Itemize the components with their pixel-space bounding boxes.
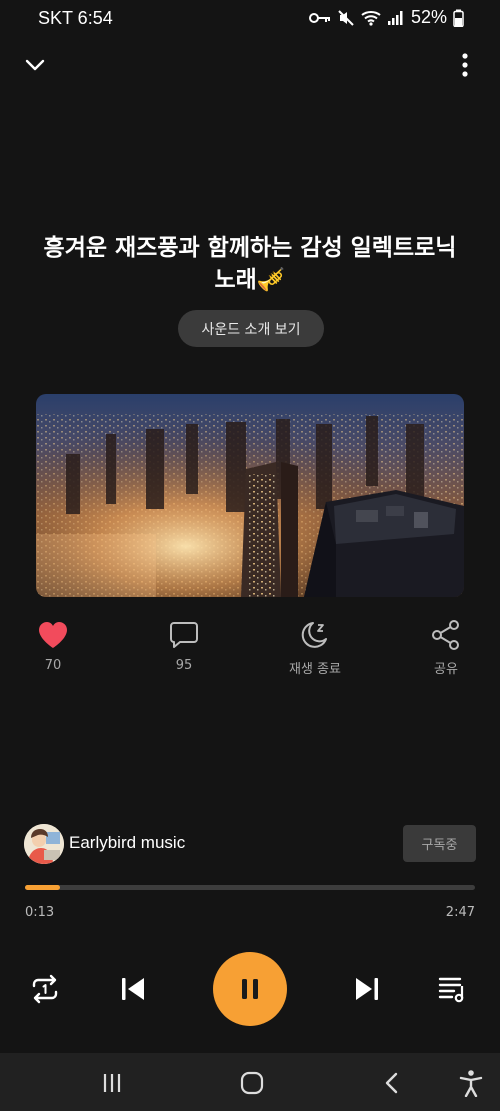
pause-icon — [242, 979, 258, 999]
key-icon — [308, 12, 330, 23]
comment-button[interactable]: 95 — [139, 620, 229, 673]
top-bar — [0, 48, 500, 80]
accessibility-icon — [459, 1070, 483, 1097]
skip-previous-icon — [122, 978, 144, 1000]
sleep-timer-icon — [301, 622, 327, 648]
home-button[interactable] — [237, 1069, 267, 1097]
collapse-button[interactable] — [22, 52, 48, 78]
mute-icon — [338, 9, 354, 26]
repeat-one-icon — [32, 974, 58, 1004]
sleep-timer-label: 재생 종료 — [289, 662, 341, 677]
previous-button[interactable] — [116, 972, 150, 1006]
heart-icon — [39, 622, 67, 648]
seek-bar[interactable] — [25, 885, 475, 890]
channel-row: Earlybird music 구독중 — [24, 823, 476, 864]
current-time: 0:13 — [25, 905, 55, 920]
next-button[interactable] — [350, 972, 384, 1006]
home-icon — [240, 1071, 264, 1095]
channel-avatar[interactable] — [24, 824, 64, 864]
more-options-button[interactable] — [452, 50, 478, 80]
recent-apps-icon — [103, 1074, 121, 1092]
wifi-icon — [361, 10, 381, 26]
share-icon — [432, 620, 459, 650]
track-title: 흥겨운 재즈풍과 함께하는 감성 일렉트로닉 노래🎺 — [43, 235, 457, 293]
sound-intro-button[interactable]: 사운드 소개 보기 — [178, 310, 324, 347]
share-label: 공유 — [434, 662, 458, 677]
back-button[interactable] — [377, 1069, 407, 1097]
comment-count: 95 — [175, 658, 193, 673]
like-count: 70 — [44, 658, 62, 673]
playlist-icon — [438, 977, 464, 1003]
chevron-down-icon — [25, 59, 45, 71]
repeat-button[interactable] — [28, 972, 62, 1006]
like-button[interactable]: 70 — [8, 620, 98, 673]
back-icon — [385, 1072, 398, 1094]
status-bar: SKT 6:54 52% — [0, 0, 500, 38]
skip-next-icon — [356, 978, 378, 1000]
avatar-illustration — [24, 824, 64, 864]
more-vertical-icon — [462, 53, 468, 77]
total-time: 2:47 — [445, 905, 475, 920]
subscribe-button[interactable]: 구독중 — [403, 825, 476, 862]
recent-apps-button[interactable] — [97, 1069, 127, 1097]
channel-name[interactable]: Earlybird music — [69, 833, 185, 853]
pause-button[interactable] — [213, 952, 287, 1026]
playlist-button[interactable] — [436, 972, 470, 1006]
signal-icon — [387, 10, 403, 25]
player-controls — [0, 952, 500, 1026]
battery-percent: 52% — [410, 7, 447, 27]
album-art — [36, 394, 464, 597]
status-icons: 52% — [308, 7, 464, 28]
action-row: 70 95 재생 종료 공유 — [0, 620, 500, 680]
battery-icon — [453, 9, 464, 27]
comment-icon — [170, 622, 198, 648]
city-night-illustration — [36, 394, 464, 597]
carrier-time: SKT 6:54 — [38, 8, 113, 28]
system-nav-bar — [0, 1053, 500, 1111]
share-button[interactable]: 공유 — [401, 620, 491, 677]
sleep-timer-button[interactable]: 재생 종료 — [270, 620, 360, 677]
accessibility-button[interactable] — [456, 1069, 486, 1097]
seek-bar-fill — [25, 885, 61, 890]
